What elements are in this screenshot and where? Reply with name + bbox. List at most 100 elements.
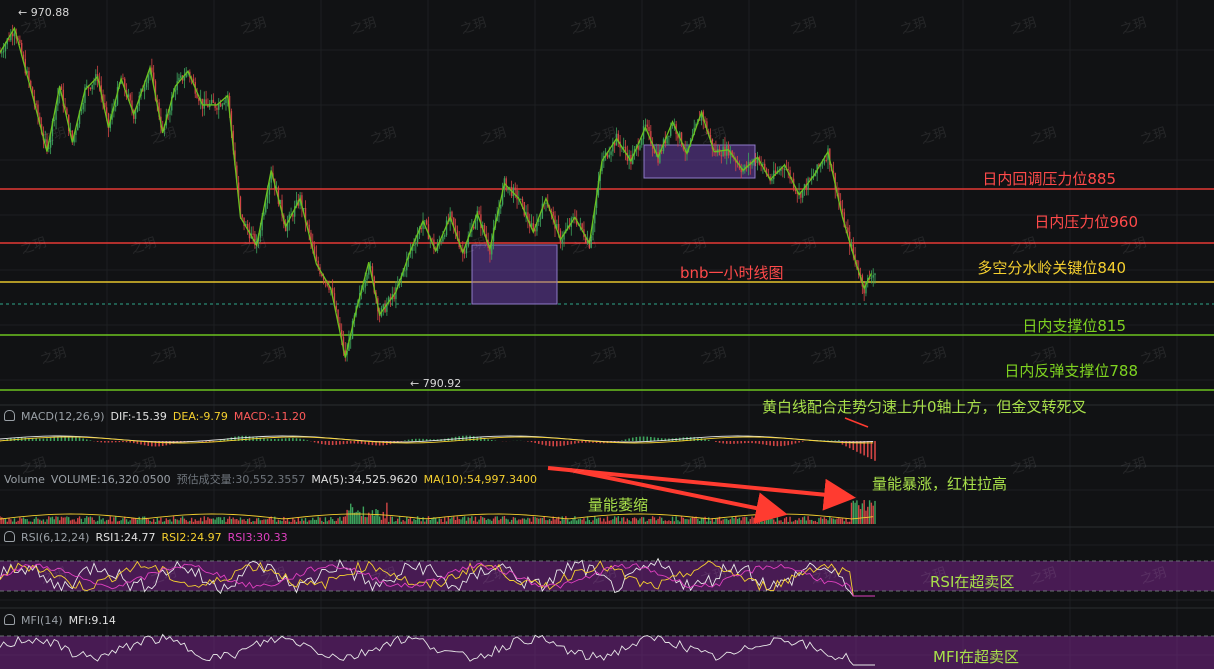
volume-bar	[655, 520, 657, 524]
volume-bar	[129, 520, 131, 524]
volume-bar	[832, 518, 835, 524]
volume-bar	[713, 521, 715, 524]
macd-bar	[422, 438, 424, 441]
volume-bar	[751, 516, 753, 524]
volume-bar	[337, 518, 339, 524]
macd-bar	[96, 441, 99, 442]
macd-bar	[277, 438, 280, 441]
macd-bar	[335, 441, 338, 445]
volume-bar	[458, 519, 460, 524]
volume-bar	[91, 517, 93, 524]
macd-bar	[552, 441, 555, 447]
level-label-960: 日内压力位960	[1034, 213, 1138, 231]
volume-bar	[820, 517, 822, 524]
volume-bar	[326, 521, 328, 524]
volume-bar	[292, 517, 294, 524]
volume-bar	[776, 517, 779, 524]
volume-bar	[870, 502, 873, 524]
volume-bar	[416, 516, 419, 524]
bell-icon[interactable]	[4, 614, 15, 625]
volume-bar	[167, 519, 169, 524]
volume-bar	[509, 521, 511, 524]
volume-bar	[95, 521, 97, 524]
macd-bar	[866, 441, 869, 458]
volume-bar	[525, 519, 527, 524]
volume-bar	[697, 518, 699, 524]
candle-body	[382, 304, 384, 308]
volume-bar	[22, 517, 25, 524]
candle-body	[89, 87, 92, 90]
volume-bar	[335, 520, 337, 524]
macd-bar	[53, 437, 56, 441]
volume-bar	[829, 516, 831, 524]
candle-body	[203, 99, 205, 109]
candle-body	[415, 242, 417, 245]
macd-bar	[328, 441, 330, 445]
macd-bar	[631, 437, 634, 441]
volume-header: Volume VOLUME:16,320.0500 预估成交量:30,552.355…	[4, 473, 537, 486]
macd-bar	[534, 441, 536, 443]
volume-bar	[774, 521, 777, 524]
volume-bar	[134, 518, 137, 524]
volume-bar	[100, 519, 102, 524]
volume-bar	[324, 517, 327, 524]
mfi-note: MFI在超卖区	[933, 648, 1019, 666]
macd-bar	[621, 440, 623, 441]
volume-bar	[257, 517, 260, 524]
macd-bar	[122, 441, 124, 443]
volume-bar	[666, 521, 668, 524]
candle-body	[145, 83, 148, 88]
volume-bar	[28, 521, 30, 524]
macd-bar	[129, 441, 131, 443]
macd-bar	[787, 441, 790, 446]
candle-body	[782, 168, 784, 170]
volume-bar	[650, 518, 652, 524]
volume-bar	[639, 518, 641, 524]
volume-bar	[389, 516, 392, 524]
macd-bar	[870, 441, 873, 459]
candle-body	[724, 146, 726, 156]
volume-bar	[115, 516, 117, 524]
volume-bar	[816, 521, 818, 524]
volume-bar	[449, 518, 451, 524]
candle-body	[821, 163, 824, 165]
volume-bar	[754, 516, 757, 524]
volume-bar	[362, 506, 365, 524]
volume-bar	[478, 519, 480, 524]
volume-bar	[648, 518, 650, 524]
volume-bar	[284, 520, 287, 524]
volume-bar	[671, 516, 674, 524]
macd-bar	[38, 438, 41, 441]
volume-bar	[626, 518, 629, 524]
volume-bar	[19, 517, 21, 524]
volume-bar	[778, 520, 780, 524]
volume-bar	[77, 518, 79, 524]
macd-bar	[490, 440, 493, 441]
volume-bar	[630, 521, 632, 524]
volume-bar	[402, 520, 404, 524]
bell-icon[interactable]	[4, 410, 15, 421]
volume-bar	[2, 518, 5, 524]
macd-bar	[754, 441, 757, 444]
candle-body	[847, 227, 849, 232]
candle-body	[265, 203, 267, 213]
volume-bar	[507, 519, 509, 524]
volume-bar	[261, 520, 263, 524]
volume-bar	[30, 521, 32, 524]
macd-bar	[758, 441, 761, 444]
volume-bar	[207, 517, 209, 524]
volume-bar	[633, 517, 636, 524]
volume-bar	[487, 518, 489, 524]
candle-body	[610, 151, 612, 155]
volume-bar	[791, 521, 793, 524]
macd-bar	[104, 441, 106, 443]
volume-bar	[700, 518, 703, 524]
volume-bar	[691, 516, 694, 524]
candle-body	[169, 110, 171, 115]
volume-bar	[792, 521, 795, 524]
candle-body	[870, 277, 873, 279]
bell-icon[interactable]	[4, 531, 15, 542]
volume-bar	[516, 520, 518, 524]
volume-bar	[46, 519, 48, 524]
volume-bar	[387, 521, 390, 524]
